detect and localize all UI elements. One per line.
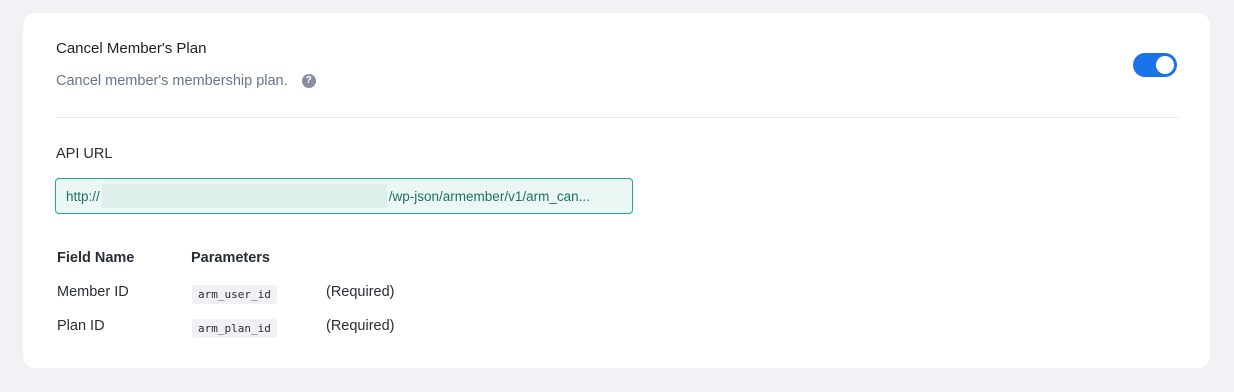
- section-description: Cancel member's membership plan. ?: [56, 73, 316, 89]
- field-plan-id: Plan ID: [57, 318, 105, 334]
- divider: [56, 117, 1178, 118]
- param-arm-user-id: arm_user_id: [192, 285, 277, 304]
- api-url-field[interactable]: http:// /wp-json/armember/v1/arm_can...: [55, 178, 633, 214]
- section-title: Cancel Member's Plan: [56, 40, 207, 57]
- api-url-prefix: http://: [66, 188, 100, 204]
- cancel-plan-card: Cancel Member's Plan Cancel member's mem…: [23, 13, 1210, 368]
- enable-toggle[interactable]: [1133, 53, 1177, 77]
- toggle-knob: [1156, 56, 1174, 74]
- required-note: (Required): [326, 284, 395, 300]
- param-arm-plan-id: arm_plan_id: [192, 319, 277, 338]
- api-url-label: API URL: [56, 146, 113, 162]
- field-member-id: Member ID: [57, 284, 129, 300]
- required-note: (Required): [326, 318, 395, 334]
- help-icon[interactable]: ?: [301, 74, 316, 88]
- description-text: Cancel member's membership plan.: [56, 73, 288, 89]
- field-name-header: Field Name: [57, 250, 135, 266]
- parameters-header: Parameters: [191, 250, 270, 266]
- redacted-domain: [101, 184, 387, 208]
- api-url-path: /wp-json/armember/v1/arm_can...: [388, 188, 590, 204]
